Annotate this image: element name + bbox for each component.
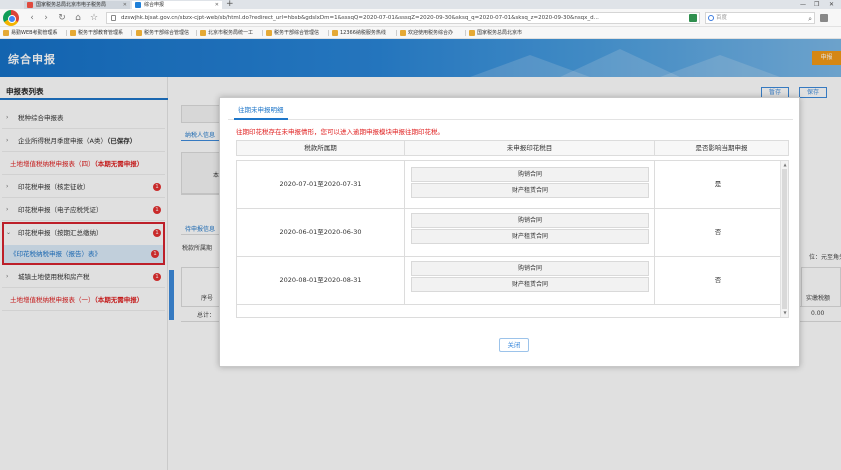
bookmark-item[interactable]: 税务干部综合管理信: [136, 29, 189, 37]
period-cell: 2020-07-01至2020-07-31: [237, 161, 405, 208]
column-header-items: 未申报印花税目: [405, 141, 655, 155]
period-cell: 2020-06-01至2020-06-30: [237, 209, 405, 256]
browser-logo-icon: [3, 10, 19, 26]
bookmark-item[interactable]: 税务干部教育管理系: [70, 29, 123, 37]
bookmark-item[interactable]: 税务干部综合管理信: [266, 29, 319, 37]
site-favicon-icon: [135, 2, 141, 8]
reload-icon[interactable]: ↻: [56, 12, 68, 24]
search-placeholder: 百度: [716, 15, 728, 21]
bookmark-icon: [469, 30, 475, 36]
scrollbar-thumb[interactable]: [782, 169, 787, 309]
close-tab-icon[interactable]: ✕: [215, 1, 219, 9]
bookmark-label: 税务干部综合管理信: [274, 30, 320, 36]
scroll-down-icon[interactable]: ▼: [782, 310, 788, 316]
warning-message: 往期印花税存在未申报情形，您可以进入逾期申报模块申报往期印花税。: [236, 128, 444, 136]
bookmark-icon: [70, 30, 76, 36]
bookmark-label: 税务干部教育管理系: [78, 30, 124, 36]
browser-tab-title: 国家税务总局北京市电子税务局: [36, 2, 107, 8]
period-cell: 2020-08-01至2020-08-31: [237, 257, 405, 304]
tax-item: 购销合同: [411, 167, 649, 182]
extension-icon[interactable]: [689, 14, 697, 22]
back-arrow-icon[interactable]: ‹: [26, 12, 38, 24]
bookmark-icon: [3, 30, 9, 36]
bookmark-label: 12366纳税服务热线: [340, 30, 386, 36]
search-input[interactable]: 百度 ⌕: [705, 12, 815, 24]
bookmark-icon: [400, 30, 406, 36]
bookmark-item[interactable]: 12366纳税服务热线: [332, 29, 386, 37]
tax-item: 购销合同: [411, 261, 649, 276]
tax-site-favicon-icon: [27, 2, 33, 8]
tax-item: 财产租赁合同: [411, 277, 649, 292]
bookmark-icon: [332, 30, 338, 36]
table-row: 2020-07-01至2020-07-31 购销合同 财产租赁合同 是: [237, 161, 781, 209]
affect-cell: 否: [714, 228, 722, 236]
scroll-up-icon[interactable]: ▲: [782, 162, 788, 168]
table-scrollbar[interactable]: ▲ ▼: [780, 161, 788, 317]
column-header-affect: 是否影响当期申报: [695, 144, 748, 152]
table-row: 2020-08-01至2020-08-31 购销合同 财产租赁合同 否: [237, 257, 781, 305]
affect-cell: 否: [714, 276, 722, 284]
items-cell: 购销合同 财产租赁合同: [405, 161, 655, 208]
browser-tab-strip: 国家税务总局北京市电子税务局 ✕ 综合申报 ✕ + — ❐ ✕: [0, 0, 841, 9]
table-header: 税款所属期 未申报印花税目 是否影响当期申报: [236, 140, 789, 156]
tax-item: 购销合同: [411, 213, 649, 228]
close-button[interactable]: 关闭: [499, 338, 529, 352]
address-toolbar: ‹ › ↻ ⌂ ☆ dzswjhk.bjsat.gov.cn/sbzx-cjpt…: [0, 9, 841, 27]
close-tab-icon[interactable]: ✕: [123, 1, 127, 9]
items-cell: 购销合同 财产租赁合同: [405, 257, 655, 304]
new-tab-button[interactable]: +: [226, 0, 234, 9]
browser-tab-title: 综合申报: [144, 2, 165, 8]
table-body: 2020-07-01至2020-07-31 购销合同 财产租赁合同 是 2020…: [236, 160, 789, 318]
bookmark-icon: [266, 30, 272, 36]
minimize-icon[interactable]: —: [800, 0, 806, 9]
tax-item: 财产租赁合同: [411, 183, 649, 198]
unfiled-table: 税款所属期 未申报印花税目 是否影响当期申报 2020-07-01至2020-0…: [236, 140, 789, 318]
menu-icon[interactable]: [820, 14, 828, 22]
dialog-tab-bar: 往期未申报明细: [228, 102, 793, 120]
column-header-period: 税款所属期: [237, 141, 405, 155]
bookmark-label: 北京市税务局统一工: [208, 30, 254, 36]
home-icon[interactable]: ⌂: [72, 12, 84, 24]
maximize-icon[interactable]: ❐: [814, 0, 819, 9]
bookmark-item[interactable]: 北京市税务局统一工: [200, 29, 253, 37]
table-row: 2020-06-01至2020-06-30 购销合同 财产租赁合同 否: [237, 209, 781, 257]
bookmark-label: 税务干部综合管理信: [144, 30, 190, 36]
bookmark-item[interactable]: 国家税务总局北京市: [469, 29, 522, 37]
search-icon[interactable]: ⌕: [808, 14, 812, 24]
bookmarks-bar: 易勤WEB考勤管理系 税务干部教育管理系 税务干部综合管理信 北京市税务局统一工…: [0, 27, 841, 39]
tax-item: 财产租赁合同: [411, 229, 649, 244]
items-cell: 购销合同 财产租赁合同: [405, 209, 655, 256]
bookmark-icon: [200, 30, 206, 36]
forward-arrow-icon[interactable]: ›: [40, 12, 52, 24]
bookmark-item[interactable]: 欢迎使用税务综合办: [400, 29, 453, 37]
bookmark-star-icon[interactable]: ☆: [88, 12, 100, 24]
browser-tab-comprehensive-declare[interactable]: 综合申报 ✕: [132, 1, 222, 9]
close-window-icon[interactable]: ✕: [829, 0, 834, 9]
bookmark-label: 国家税务总局北京市: [477, 30, 523, 36]
affect-cell: 是: [714, 180, 722, 188]
url-input[interactable]: dzswjhk.bjsat.gov.cn/sbzx-cjpt-web/sb/ht…: [106, 12, 700, 24]
browser-tab-tax-bureau[interactable]: 国家税务总局北京市电子税务局 ✕: [24, 1, 130, 9]
url-text: dzswjhk.bjsat.gov.cn/sbzx-cjpt-web/sb/ht…: [121, 15, 599, 21]
bookmark-label: 欢迎使用税务综合办: [408, 30, 454, 36]
unfiled-periods-dialog: 往期未申报明细 往期印花税存在未申报情形，您可以进入逾期申报模块申报往期印花税。…: [219, 97, 800, 367]
bookmark-label: 易勤WEB考勤管理系: [11, 30, 58, 36]
bookmark-item[interactable]: 易勤WEB考勤管理系: [3, 29, 58, 37]
lock-icon: [111, 15, 116, 21]
search-engine-icon: [708, 15, 714, 21]
tab-unfiled-details[interactable]: 往期未申报明细: [234, 102, 288, 120]
bookmark-icon: [136, 30, 142, 36]
